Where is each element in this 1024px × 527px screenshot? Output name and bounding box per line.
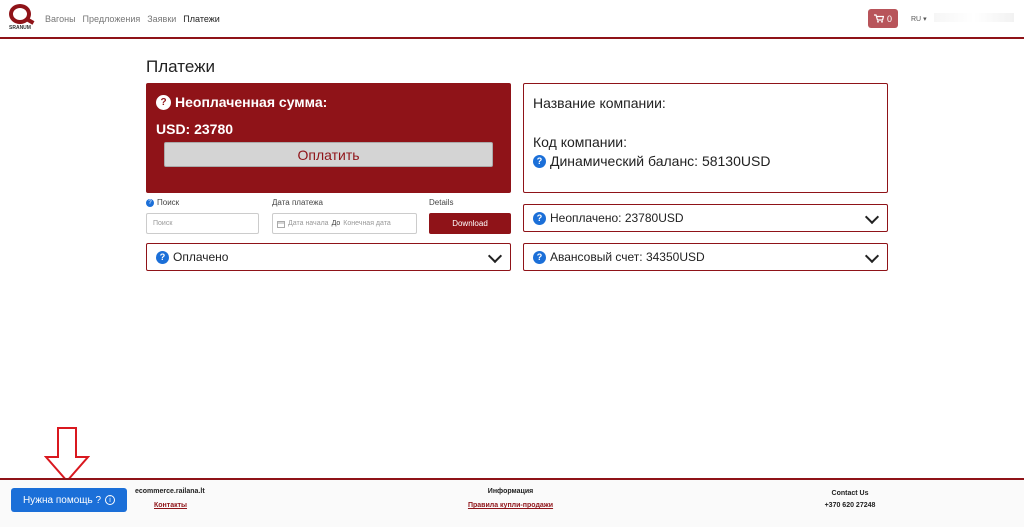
language-code: RU: [911, 16, 922, 23]
chevron-down-icon: [487, 248, 503, 264]
rules-link[interactable]: Правила купли-продажи: [464, 502, 557, 509]
footer-info-title: Информация: [487, 488, 534, 495]
company-code-label: Код компании:: [533, 134, 628, 150]
info-icon: i: [105, 495, 116, 505]
footer-phone: +370 620 27248: [824, 502, 876, 509]
details-label: Details: [429, 198, 454, 207]
unpaid-accordion-label: Неоплачено: 23780USD: [550, 211, 684, 225]
nav-link-wagons[interactable]: Вагоны: [45, 14, 76, 24]
language-selector[interactable]: RU ▾: [911, 15, 927, 23]
nav-link-requests[interactable]: Заявки: [147, 14, 176, 24]
advance-account-accordion[interactable]: ? Авансовый счет: 34350USD: [523, 243, 888, 271]
help-icon[interactable]: ?: [156, 94, 171, 110]
annotation-arrow-icon: [44, 427, 90, 483]
help-button-label: Нужна помощь ?: [22, 494, 102, 506]
brand-logo[interactable]: SRANUM: [7, 4, 33, 34]
unpaid-heading: ? Неоплаченная сумма:: [156, 94, 327, 110]
help-icon[interactable]: ?: [533, 154, 546, 168]
chevron-down-icon: [864, 248, 880, 264]
help-icon[interactable]: ?: [146, 198, 154, 207]
pay-button[interactable]: Оплатить: [164, 142, 493, 167]
company-info-card: Название компании: Код компании: ? Динам…: [523, 83, 888, 193]
date-from-input[interactable]: Дата начала: [288, 220, 329, 227]
company-name-label: Название компании:: [533, 95, 666, 111]
logo-mark-icon: [9, 4, 31, 24]
unpaid-heading-label: Неоплаченная сумма:: [175, 94, 328, 110]
page-title: Платежи: [146, 57, 215, 76]
cart-icon: [873, 14, 884, 23]
search-input[interactable]: Поиск: [146, 213, 259, 234]
user-menu[interactable]: [934, 13, 1014, 22]
paid-accordion-label: Оплачено: [173, 250, 229, 264]
nav-link-payments[interactable]: Платежи: [183, 14, 220, 24]
dynamic-balance-label: Динамический баланс: 58130USD: [550, 153, 771, 169]
footer-site: ecommerce.railana.lt: [135, 488, 205, 495]
search-label-text: Поиск: [157, 198, 180, 207]
dynamic-balance: ? Динамический баланс: 58130USD: [533, 153, 770, 169]
footer: Нужна помощь ? i ecommerce.railana.lt Ко…: [0, 478, 1024, 527]
footer-col-site: ecommerce.railana.lt Контакты: [135, 488, 205, 509]
footer-col-info: Информация Правила купли-продажи: [464, 488, 557, 509]
download-button[interactable]: Download: [429, 213, 511, 234]
help-icon[interactable]: ?: [533, 211, 546, 225]
cart-button[interactable]: 0: [868, 9, 898, 28]
help-button[interactable]: Нужна помощь ? i: [11, 488, 127, 512]
date-label: Дата платежа: [272, 198, 323, 207]
unpaid-accordion[interactable]: ? Неоплачено: 23780USD: [523, 204, 888, 232]
nav-link-offers[interactable]: Предложения: [83, 14, 141, 24]
calendar-icon: [277, 220, 285, 228]
advance-accordion-label: Авансовый счет: 34350USD: [550, 250, 705, 264]
footer-col-contact: Contact Us +370 620 27248: [820, 490, 880, 509]
help-icon[interactable]: ?: [533, 250, 546, 264]
date-separator: До: [331, 220, 341, 227]
chevron-down-icon: [864, 209, 880, 225]
navbar: SRANUM Вагоны Предложения Заявки Платежи…: [0, 0, 1024, 39]
payment-filters: ? Поиск Дата платежа Details Поиск Дата …: [146, 196, 511, 236]
nav-links: Вагоны Предложения Заявки Платежи: [45, 14, 220, 24]
paid-accordion[interactable]: ? Оплачено: [146, 243, 511, 271]
unpaid-amount: USD: 23780: [156, 121, 234, 137]
contacts-link[interactable]: Контакты: [154, 502, 205, 509]
search-label: ? Поиск: [146, 198, 179, 207]
cart-count: 0: [886, 13, 892, 24]
footer-contact-title: Contact Us: [831, 490, 869, 497]
help-icon[interactable]: ?: [156, 250, 169, 264]
unpaid-summary-card: ? Неоплаченная сумма: USD: 23780 Оплатит…: [146, 83, 511, 193]
logo-text: SRANUM: [9, 25, 31, 31]
date-to-input[interactable]: Конечная дата: [343, 220, 390, 227]
date-range-picker[interactable]: Дата начала До Конечная дата: [272, 213, 417, 234]
